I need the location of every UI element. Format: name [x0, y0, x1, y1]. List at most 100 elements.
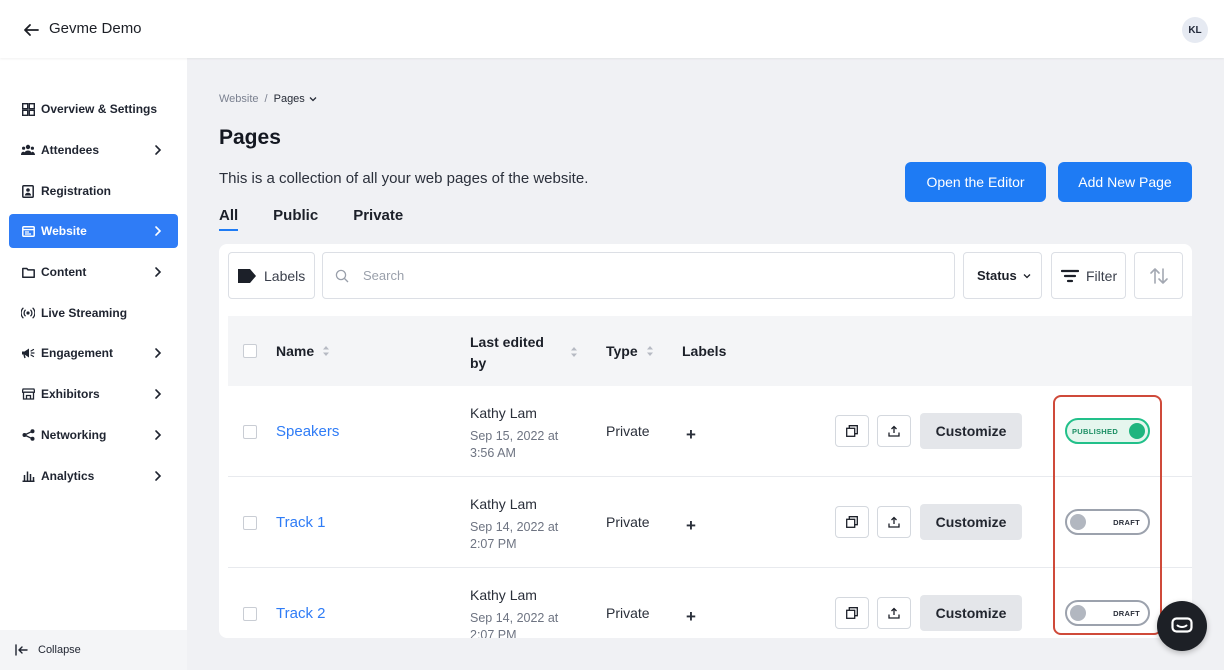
sort-icon[interactable]: [570, 346, 578, 358]
breadcrumb-current[interactable]: Pages: [274, 93, 318, 105]
duplicate-button[interactable]: [835, 597, 869, 629]
breadcrumb-parent[interactable]: Website: [219, 93, 259, 105]
last-edited-by: Kathy Lam: [470, 587, 537, 603]
publish-toggle[interactable]: DRAFT: [1065, 600, 1150, 626]
sort-button[interactable]: [1134, 252, 1183, 299]
table-header: Name Last edited by Type Labels: [228, 316, 1192, 386]
duplicate-button[interactable]: [835, 506, 869, 538]
column-name[interactable]: Name: [276, 343, 330, 359]
duplicate-icon: [846, 425, 858, 437]
toggle-knob: [1070, 514, 1086, 530]
add-label-button[interactable]: +: [686, 516, 696, 536]
duplicate-icon: [846, 607, 858, 619]
back-arrow-icon[interactable]: [20, 19, 42, 41]
export-button[interactable]: [877, 506, 911, 538]
column-type[interactable]: Type: [606, 343, 654, 359]
sidebar-item-label: Content: [41, 265, 87, 279]
filter-button[interactable]: Filter: [1051, 252, 1126, 299]
sort-arrows-icon: [1149, 267, 1168, 284]
toggle-knob: [1129, 423, 1145, 439]
tag-icon: [238, 268, 256, 283]
megaphone-icon: [21, 346, 35, 360]
sidebar-item-label: Analytics: [41, 469, 95, 483]
sidebar-item-content[interactable]: Content: [9, 255, 178, 289]
collapse-icon: [15, 644, 28, 656]
column-last-edited-label-2: by: [470, 355, 487, 371]
sidebar-item-analytics[interactable]: Analytics: [9, 459, 178, 493]
date-line: Sep 15, 2022 at: [470, 429, 559, 443]
column-last-edited[interactable]: Last edited by: [470, 332, 544, 374]
page-type: Private: [606, 423, 650, 439]
upload-icon: [888, 516, 900, 528]
labels-button-label: Labels: [264, 267, 306, 284]
tab-private[interactable]: Private: [353, 207, 403, 231]
toggle-status-label: DRAFT: [1113, 609, 1140, 618]
sidebar-item-registration[interactable]: Registration: [9, 174, 178, 208]
sidebar-item-attendees[interactable]: Attendees: [9, 133, 178, 167]
duplicate-icon: [846, 516, 858, 528]
add-label-button[interactable]: +: [686, 425, 696, 445]
export-button[interactable]: [877, 597, 911, 629]
time-line: 3:56 AM: [470, 446, 516, 460]
date-line: Sep 14, 2022 at: [470, 520, 559, 534]
search-input[interactable]: [363, 268, 923, 283]
toggle-knob: [1070, 605, 1086, 621]
sidebar: Overview & Settings Attendees Registrati…: [0, 58, 187, 670]
page-type: Private: [606, 605, 650, 621]
sidebar-item-label: Overview & Settings: [41, 102, 158, 116]
chevron-right-icon: [155, 471, 162, 481]
open-editor-button[interactable]: Open the Editor: [905, 162, 1046, 202]
bar-chart-icon: [21, 469, 35, 483]
store-icon: [21, 387, 35, 401]
sidebar-item-exhibitors[interactable]: Exhibitors: [9, 377, 178, 411]
sidebar-item-engagement[interactable]: Engagement: [9, 336, 178, 370]
sidebar-item-label: Engagement: [41, 346, 114, 360]
sort-icon: [323, 346, 330, 356]
toggle-status-label: PUBLISHED: [1072, 427, 1119, 436]
publish-toggle[interactable]: DRAFT: [1065, 509, 1150, 535]
chevron-right-icon: [155, 430, 162, 440]
chevron-right-icon: [155, 389, 162, 399]
add-new-page-button[interactable]: Add New Page: [1058, 162, 1192, 202]
user-avatar[interactable]: KL: [1182, 17, 1208, 43]
last-edited-date: Sep 14, 2022 at 2:07 PM: [470, 610, 580, 638]
filter-button-label: Filter: [1086, 267, 1118, 284]
sort-icon: [646, 346, 653, 356]
chat-launcher-button[interactable]: [1157, 601, 1207, 651]
status-dropdown[interactable]: Status: [963, 252, 1042, 299]
select-all-checkbox[interactable]: [243, 344, 257, 358]
row-checkbox[interactable]: [243, 425, 257, 439]
column-last-edited-label: Last edited: [470, 334, 544, 350]
sidebar-item-website[interactable]: Website: [9, 214, 178, 248]
sidebar-item-overview-settings[interactable]: Overview & Settings: [9, 92, 178, 126]
last-edited-by: Kathy Lam: [470, 405, 537, 421]
chat-icon: [1171, 617, 1193, 633]
customize-button[interactable]: Customize: [920, 413, 1022, 449]
tab-all[interactable]: All: [219, 207, 239, 231]
page-tabs: All Public Private: [219, 207, 438, 231]
page-type: Private: [606, 514, 650, 530]
row-checkbox[interactable]: [243, 607, 257, 621]
sidebar-item-label: Website: [41, 224, 87, 238]
page-name-link[interactable]: Speakers: [276, 423, 339, 440]
page-name-link[interactable]: Track 1: [276, 514, 325, 531]
duplicate-button[interactable]: [835, 415, 869, 447]
page-name-link[interactable]: Track 2: [276, 605, 325, 622]
pages-table-panel: Labels Status Filter Name Last edited by…: [219, 244, 1192, 638]
customize-button[interactable]: Customize: [920, 504, 1022, 540]
time-line: 2:07 PM: [470, 628, 517, 638]
row-checkbox[interactable]: [243, 516, 257, 530]
toggle-status-label: DRAFT: [1113, 518, 1140, 527]
export-button[interactable]: [877, 415, 911, 447]
page-description: This is a collection of all your web pag…: [219, 170, 589, 187]
publish-toggle[interactable]: PUBLISHED: [1065, 418, 1150, 444]
labels-button[interactable]: Labels: [228, 252, 315, 299]
add-label-button[interactable]: +: [686, 607, 696, 627]
customize-button[interactable]: Customize: [920, 595, 1022, 631]
collapse-button[interactable]: Collapse: [0, 630, 187, 670]
browser-icon: [21, 224, 35, 238]
sidebar-item-live-streaming[interactable]: Live Streaming: [9, 296, 178, 330]
sidebar-item-networking[interactable]: Networking: [9, 418, 178, 452]
sidebar-item-label: Networking: [41, 428, 107, 442]
tab-public[interactable]: Public: [273, 207, 318, 231]
